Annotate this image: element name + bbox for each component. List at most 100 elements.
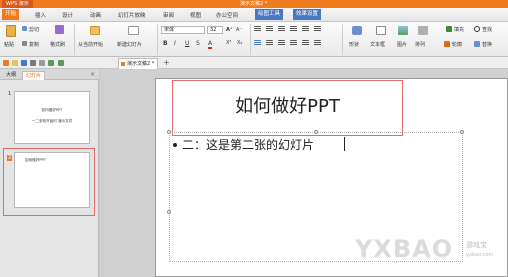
- watermark-cn: 游戏宝: [466, 241, 487, 249]
- tab-slides[interactable]: 幻灯片: [22, 71, 46, 80]
- textbox-icon[interactable]: [376, 26, 386, 35]
- find-button[interactable]: 查找: [482, 26, 492, 33]
- numbered-list-icon[interactable]: [266, 26, 273, 32]
- save-icon[interactable]: [21, 60, 27, 66]
- quick-access-bar: 演示文稿2 * +: [0, 57, 508, 69]
- undo-icon[interactable]: [48, 60, 54, 66]
- thumbnail-title: 如何做好PPT: [41, 108, 63, 112]
- window-title: 演示文稿2 *: [240, 1, 268, 7]
- resize-handle[interactable]: [460, 130, 464, 134]
- resize-handle[interactable]: [167, 130, 171, 134]
- tab-insert[interactable]: 插入: [35, 11, 46, 19]
- play-from-current-button[interactable]: 从当前开始: [78, 41, 103, 48]
- strikethrough-button[interactable]: S: [196, 40, 200, 47]
- italic-button[interactable]: I: [174, 40, 176, 47]
- arrange-button[interactable]: 排列: [415, 41, 425, 48]
- format-painter-icon[interactable]: [55, 25, 64, 34]
- underline-button[interactable]: U: [185, 40, 189, 47]
- increase-indent-icon[interactable]: [290, 26, 297, 32]
- tab-outline[interactable]: 大纲: [3, 71, 19, 80]
- new-slide-icon[interactable]: [128, 26, 139, 35]
- ribbon-divider: [250, 24, 251, 55]
- arrange-icon[interactable]: [418, 26, 428, 35]
- watermark-url: yxbao.com: [466, 252, 494, 258]
- wps-logo-icon[interactable]: [3, 60, 9, 66]
- tab-review[interactable]: 审阅: [163, 11, 174, 19]
- format-painter-button[interactable]: 格式刷: [50, 41, 65, 48]
- slide-number: 1: [8, 91, 12, 97]
- align-center-icon[interactable]: [266, 40, 273, 46]
- bold-button[interactable]: B: [163, 40, 168, 47]
- tab-view[interactable]: 视图: [190, 11, 201, 19]
- ribbon-divider: [157, 24, 158, 55]
- new-slide-button[interactable]: 新建幻灯片: [117, 41, 142, 48]
- title-bar: WPS 演示 演示文稿2 *: [0, 0, 508, 8]
- slide-bullet-text[interactable]: 二：这是第二张的幻灯片: [182, 136, 314, 153]
- panel-tabs: 大纲 幻灯片 ×: [0, 69, 99, 80]
- tab-design[interactable]: 设计: [62, 11, 73, 19]
- app-menu-button[interactable]: WPS 演示: [2, 0, 33, 8]
- new-tab-button[interactable]: +: [163, 58, 170, 67]
- bullet-icon: [173, 143, 177, 147]
- fill-button[interactable]: 填充: [454, 26, 464, 33]
- play-from-current-icon[interactable]: [90, 26, 100, 35]
- tab-effects[interactable]: 效果设置: [293, 9, 322, 20]
- ribbon-divider: [342, 24, 343, 55]
- replace-icon[interactable]: [474, 41, 480, 47]
- find-icon[interactable]: [474, 26, 480, 32]
- fill-icon[interactable]: [446, 26, 452, 32]
- document-tab-label: 演示文稿2 *: [127, 61, 155, 67]
- outline-button[interactable]: 轮廓: [452, 41, 462, 48]
- tab-slideshow[interactable]: 幻灯片放映: [118, 11, 146, 19]
- shape-icon[interactable]: [352, 26, 362, 35]
- slide-thumbnail-1[interactable]: 如何做好PPT 一二多到开始时 演示文件: [14, 91, 90, 144]
- open-icon[interactable]: [12, 60, 18, 66]
- tab-animation[interactable]: 动画: [90, 11, 101, 19]
- grow-font-button[interactable]: A⁺: [226, 27, 233, 33]
- line-spacing-icon[interactable]: [302, 26, 309, 32]
- copy-icon[interactable]: [22, 41, 27, 46]
- justify-icon[interactable]: [290, 40, 297, 46]
- tab-office-space[interactable]: 办公空间: [216, 11, 238, 19]
- watermark-logo: YXBAO: [355, 235, 454, 263]
- copy-button[interactable]: 复制: [29, 41, 39, 48]
- text-cursor: [344, 137, 345, 151]
- slide-title[interactable]: 如何做好PPT: [172, 92, 403, 118]
- close-panel-icon[interactable]: ×: [90, 71, 95, 78]
- font-name-select[interactable]: 宋体: [161, 26, 205, 34]
- cut-icon[interactable]: [22, 26, 27, 31]
- align-right-icon[interactable]: [278, 40, 285, 46]
- cut-button[interactable]: 剪切: [29, 26, 39, 33]
- outline-icon[interactable]: [444, 41, 450, 47]
- shrink-font-button[interactable]: A⁻: [236, 27, 242, 33]
- resize-handle[interactable]: [167, 210, 171, 214]
- decrease-indent-icon[interactable]: [278, 26, 285, 32]
- ribbon-divider: [74, 24, 75, 55]
- menu-bar: 开始 插入 设计 动画 幻灯片放映 审阅 视图 办公空间 绘图工具 效果设置: [0, 8, 508, 22]
- columns-icon[interactable]: [314, 40, 321, 46]
- picture-button[interactable]: 图片: [397, 41, 407, 48]
- document-tab[interactable]: 演示文稿2 *: [118, 58, 158, 69]
- ribbon: 粘贴 剪切 复制 格式刷 从当前开始 新建幻灯片 宋体 32 A⁺ A⁻ B I…: [0, 22, 508, 57]
- replace-button[interactable]: 替换: [482, 41, 492, 48]
- tab-drawing-tools[interactable]: 绘图工具: [255, 9, 284, 20]
- align-left-icon[interactable]: [254, 40, 261, 46]
- picture-icon[interactable]: [398, 26, 408, 35]
- shape-button[interactable]: 形状: [349, 41, 359, 48]
- print-icon[interactable]: [30, 60, 36, 66]
- font-size-select[interactable]: 32: [207, 26, 223, 34]
- tab-home[interactable]: 开始: [2, 9, 20, 20]
- textbox-button[interactable]: 文本框: [370, 41, 385, 48]
- thumbnail-highlight: [3, 148, 95, 216]
- redo-icon[interactable]: [58, 60, 64, 66]
- thumbnail-subtitle: 一二多到开始时 演示文件: [31, 119, 73, 123]
- bullet-list-icon[interactable]: [254, 26, 261, 32]
- font-color-button[interactable]: A: [208, 40, 213, 49]
- text-direction-icon[interactable]: [314, 26, 321, 32]
- paste-button[interactable]: 粘贴: [4, 41, 14, 48]
- paste-icon[interactable]: [6, 25, 16, 37]
- distribute-icon[interactable]: [302, 40, 309, 46]
- subscript-button[interactable]: X₂: [237, 40, 242, 46]
- preview-icon[interactable]: [39, 60, 45, 66]
- superscript-button[interactable]: X²: [226, 40, 231, 46]
